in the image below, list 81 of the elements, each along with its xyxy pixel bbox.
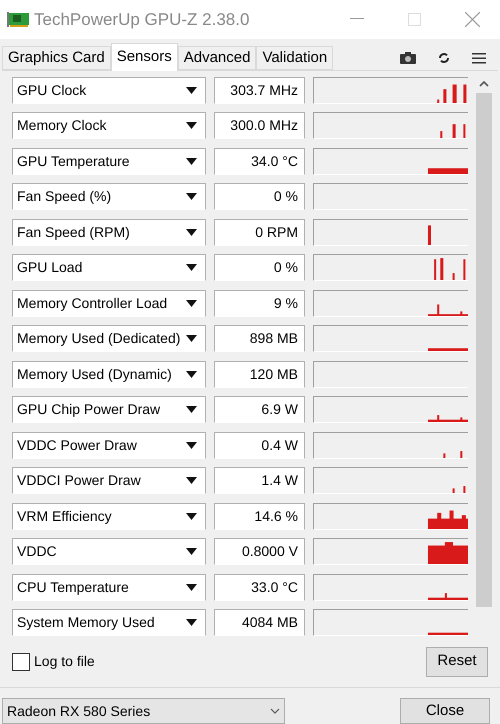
graph-drawing (428, 510, 468, 529)
close-button[interactable]: Close (400, 698, 490, 724)
graph-drawing (440, 124, 466, 138)
window-title: TechPowerUp GPU-Z 2.38.0 (34, 8, 250, 31)
sensor-value: 0 % (214, 183, 305, 210)
sensor-dropdown[interactable]: Memory Controller Load (12, 290, 206, 317)
graph-drawing (428, 592, 468, 600)
sensor-dropdown[interactable]: GPU Load (12, 254, 206, 282)
dropdown-arrow-icon (186, 584, 197, 591)
scrollbar-thumb[interactable] (476, 92, 492, 607)
dropdown-arrow-icon (186, 122, 197, 130)
dropdown-arrow-icon (186, 512, 197, 520)
log-checkbox[interactable] (12, 652, 30, 671)
sensor-dropdown[interactable]: GPU Chip Power Draw (12, 396, 206, 424)
sensor-value: 0.4 W (214, 432, 305, 459)
sensor-dropdown[interactable]: VDDCI Power Draw (12, 467, 206, 494)
graph-drawing (428, 632, 468, 636)
graph-drawing (428, 415, 468, 422)
dropdown-arrow-icon (186, 300, 197, 307)
sensor-value: 14.6 % (214, 502, 305, 530)
sensor-dropdown[interactable]: GPU Temperature (12, 148, 206, 175)
sensor-value: 300.0 MHz (214, 112, 305, 140)
device-select[interactable]: Radeon RX 580 Series (2, 698, 285, 724)
sensor-dropdown[interactable]: CPU Temperature (12, 574, 206, 601)
dropdown-arrow-icon (186, 264, 197, 272)
tab[interactable]: Validation (256, 46, 334, 70)
minimize-icon[interactable] (350, 18, 364, 20)
graph-drawing (437, 84, 466, 103)
sensor-value: 0 RPM (214, 218, 305, 246)
dropdown-arrow-icon (186, 370, 197, 378)
sensor-dropdown[interactable]: System Memory Used (12, 609, 206, 636)
dropdown-arrow-icon (186, 86, 197, 94)
graph-drawing (428, 348, 468, 352)
menu-icon[interactable] (472, 52, 486, 64)
graph-drawing (443, 450, 462, 458)
sensor-value: 303.7 MHz (214, 76, 305, 104)
sensor-dropdown[interactable]: VRM Efficiency (12, 502, 206, 530)
graph-drawing (434, 258, 466, 280)
dropdown-arrow-icon (186, 548, 197, 556)
sensor-value: 898 MB (214, 325, 305, 352)
sensor-value: 120 MB (214, 360, 305, 388)
sensor-value: 6.9 W (214, 396, 305, 424)
graphics-card-icon (7, 11, 29, 28)
sensor-dropdown[interactable]: VDDC Power Draw (12, 432, 206, 459)
dropdown-arrow-icon (186, 335, 197, 342)
sensor-value: 0 % (214, 254, 305, 282)
graph-drawing (428, 304, 468, 316)
graph-drawing (452, 486, 466, 494)
chevron-down-icon (270, 708, 280, 714)
dropdown-arrow-icon (186, 193, 197, 200)
sensor-value: 4084 MB (214, 609, 305, 636)
graph-drawing (428, 168, 468, 174)
dropdown-arrow-icon (186, 406, 197, 414)
sensor-dropdown[interactable]: Fan Speed (RPM) (12, 218, 206, 246)
sensor-dropdown[interactable]: Memory Clock (12, 112, 206, 140)
graph-drawing (428, 542, 468, 564)
dropdown-arrow-icon (186, 442, 197, 449)
sensor-dropdown[interactable]: VDDC (12, 538, 206, 566)
reset-button[interactable]: Reset (426, 646, 488, 677)
sensor-dropdown[interactable]: Memory Used (Dedicated) (12, 325, 206, 352)
close-icon[interactable] (465, 12, 480, 27)
dropdown-arrow-icon (186, 228, 197, 236)
sensor-dropdown[interactable]: GPU Clock (12, 76, 206, 104)
scroll-up-icon[interactable] (479, 80, 489, 87)
refresh-icon[interactable] (438, 52, 450, 64)
checkbox-label: Log to file (34, 652, 95, 672)
sensor-value: 34.0 °C (214, 148, 305, 175)
tab[interactable]: Sensors (110, 42, 178, 71)
tab[interactable]: Advanced (178, 46, 256, 70)
sensor-dropdown[interactable]: Memory Used (Dynamic) (12, 360, 206, 388)
dropdown-arrow-icon (186, 619, 197, 626)
sensor-dropdown[interactable]: Fan Speed (%) (12, 183, 206, 210)
sensor-value: 1.4 W (214, 467, 305, 494)
sensor-value: 9 % (214, 290, 305, 317)
graph-drawing (428, 225, 431, 245)
sensor-value: 33.0 °C (214, 574, 305, 601)
tab[interactable]: Graphics Card (2, 46, 111, 70)
sensor-value: 0.8000 V (214, 538, 305, 566)
camera-icon[interactable] (400, 52, 416, 64)
dropdown-arrow-icon (186, 158, 197, 165)
dropdown-arrow-icon (186, 477, 197, 484)
